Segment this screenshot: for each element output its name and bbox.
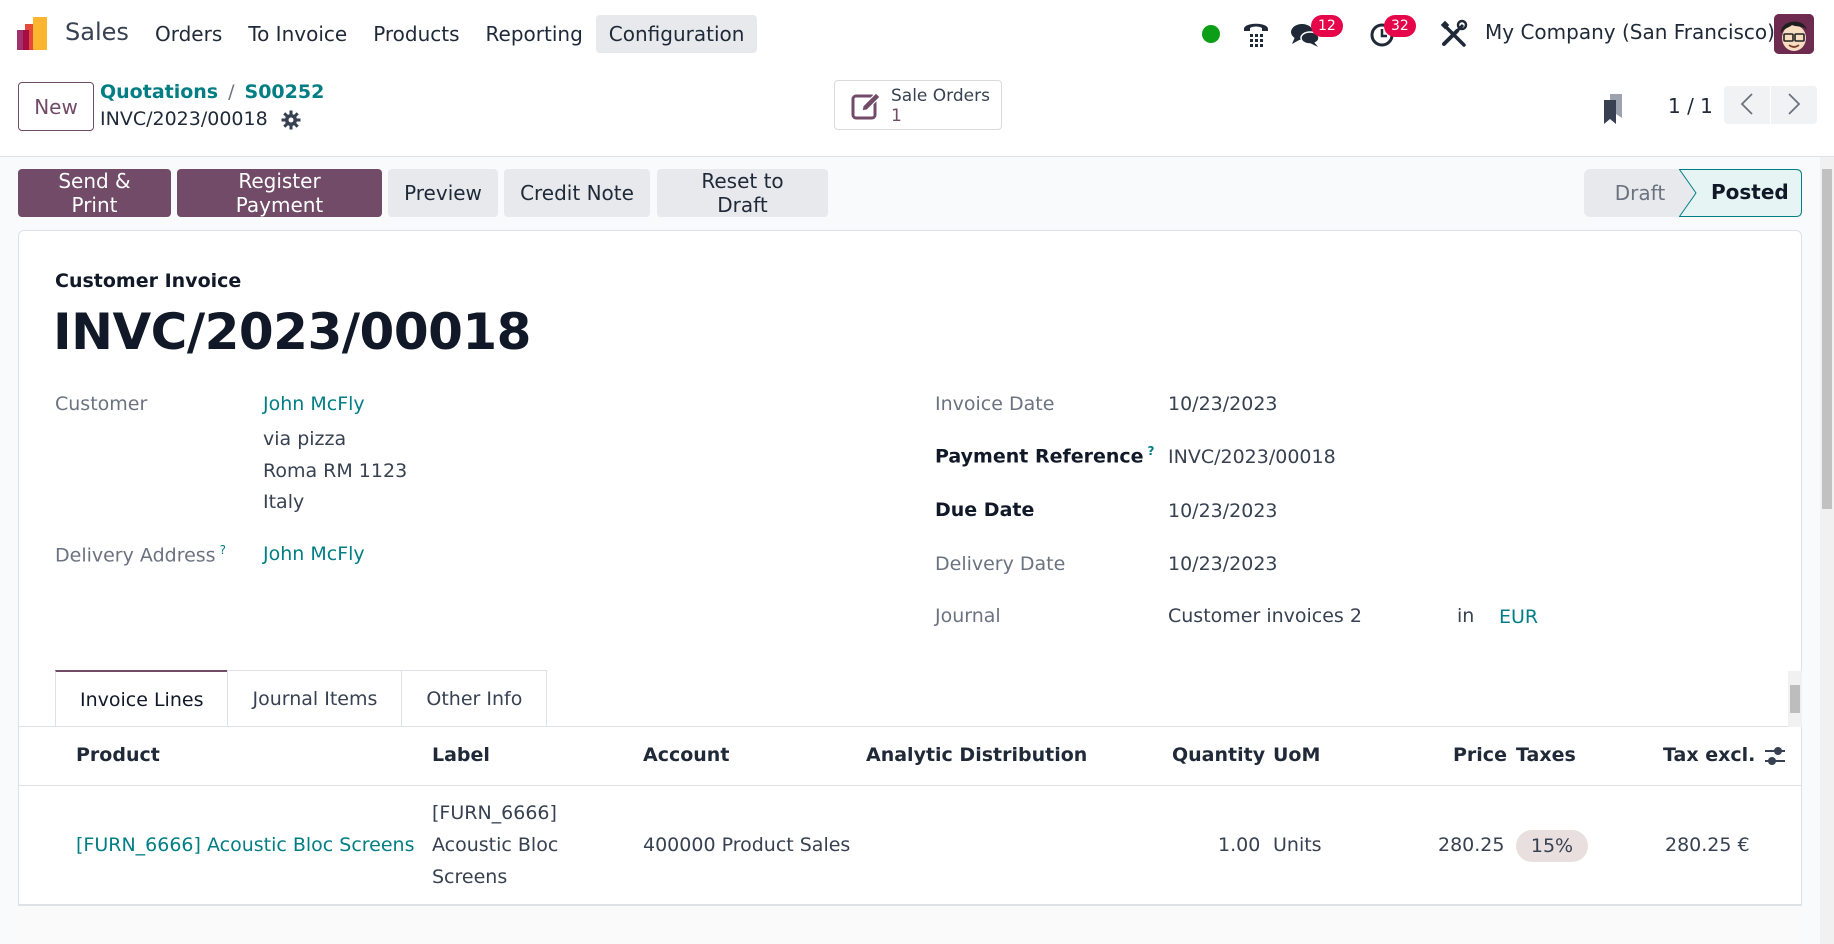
currency-field[interactable]: EUR: [1499, 606, 1538, 628]
line-price[interactable]: 280.25: [1438, 834, 1504, 856]
line-label[interactable]: Acoustic Bloc: [432, 834, 558, 856]
sales-app-logo-icon[interactable]: [17, 17, 51, 51]
payment-reference-field[interactable]: INVC/2023/00018: [1168, 446, 1336, 468]
line-subtotal: 280.25 €: [1665, 834, 1750, 856]
payment-reference-label-text: Payment Reference: [935, 445, 1144, 468]
delivery-date-label: Delivery Date: [935, 553, 1066, 575]
gear-icon[interactable]: [281, 110, 301, 130]
user-avatar[interactable]: [1774, 14, 1814, 54]
messages-badge: 12: [1311, 15, 1343, 37]
register-payment-button[interactable]: Register Payment: [177, 169, 382, 217]
chevron-left-icon: [1740, 92, 1753, 115]
delivery-address-label: Delivery Address?: [55, 543, 226, 566]
sale-orders-stat-button[interactable]: Sale Orders 1: [834, 80, 1002, 130]
menu-orders[interactable]: Orders: [142, 15, 235, 53]
invoice-date-field[interactable]: 10/23/2023: [1168, 393, 1278, 415]
inner-scrollbar-thumb[interactable]: [1790, 685, 1800, 713]
column-header-uom[interactable]: UoM: [1273, 744, 1320, 766]
help-tooltip-icon[interactable]: ?: [1148, 444, 1155, 458]
tab-other-info[interactable]: Other Info: [401, 670, 548, 726]
journal-field[interactable]: Customer invoices 2: [1168, 605, 1362, 627]
journal-in-text: in: [1457, 605, 1475, 627]
phone-icon[interactable]: [1241, 19, 1271, 49]
column-header-account[interactable]: Account: [643, 744, 729, 766]
delivery-address-label-text: Delivery Address: [55, 544, 216, 567]
status-posted[interactable]: Posted: [1679, 169, 1802, 217]
delivery-address-field[interactable]: John McFly: [263, 543, 365, 565]
customer-field[interactable]: John McFly: [263, 393, 365, 415]
column-header-analytic-distribution[interactable]: Analytic Distribution: [866, 744, 1087, 766]
due-date-field[interactable]: 10/23/2023: [1168, 500, 1278, 522]
customer-address-line: Roma RM 1123: [263, 460, 408, 482]
new-button[interactable]: New: [18, 82, 94, 131]
tools-icon[interactable]: [1439, 19, 1469, 49]
line-account[interactable]: 400000 Product Sales: [643, 834, 850, 856]
top-navbar: Sales Orders To Invoice Products Reporti…: [0, 0, 1834, 68]
table-footer-area: [18, 906, 1802, 944]
company-switcher[interactable]: My Company (San Francisco): [1485, 20, 1775, 44]
control-panel: New Quotations / S00252 INVC/2023/00018 Sa…: [0, 68, 1834, 157]
customer-label: Customer: [55, 393, 148, 415]
help-tooltip-icon[interactable]: ?: [220, 543, 226, 557]
delivery-date-field[interactable]: 10/23/2023: [1168, 553, 1278, 575]
column-header-label[interactable]: Label: [432, 744, 490, 766]
optional-columns-sliders-icon[interactable]: [1763, 745, 1787, 767]
line-label[interactable]: [FURN_6666]: [432, 802, 557, 824]
line-uom[interactable]: Units: [1273, 834, 1322, 856]
reset-to-draft-button[interactable]: Reset to Draft: [657, 169, 828, 217]
column-header-tax-excl[interactable]: Tax excl.: [1663, 744, 1755, 766]
preview-button[interactable]: Preview: [388, 169, 498, 217]
menu-reporting[interactable]: Reporting: [473, 15, 596, 53]
tab-invoice-lines[interactable]: Invoice Lines: [55, 670, 229, 726]
customer-address-line: Italy: [263, 491, 305, 513]
customer-address-line: via pizza: [263, 428, 347, 450]
page-scrollbar[interactable]: [1820, 157, 1834, 944]
stat-label: Sale Orders: [891, 86, 990, 106]
page-scrollbar-thumb[interactable]: [1822, 169, 1832, 509]
app-name[interactable]: Sales: [65, 18, 129, 46]
notebook-tabs: Invoice Lines Journal Items Other Info: [55, 670, 548, 726]
menu-products[interactable]: Products: [360, 15, 472, 53]
pager-next-button[interactable]: [1771, 86, 1817, 124]
user-avatar-icon: [1774, 14, 1814, 54]
due-date-label: Due Date: [935, 499, 1035, 521]
line-quantity[interactable]: 1.00: [1218, 834, 1260, 856]
inner-scrollbar[interactable]: [1788, 671, 1802, 727]
line-label[interactable]: Screens: [432, 866, 507, 888]
edit-document-icon: [851, 92, 881, 120]
tabs-divider: [18, 726, 1802, 727]
send-print-button[interactable]: Send & Print: [18, 169, 171, 217]
breadcrumb-quotations[interactable]: Quotations: [100, 81, 218, 103]
line-product[interactable]: [FURN_6666] Acoustic Bloc Screens: [76, 834, 415, 856]
credit-note-button[interactable]: Credit Note: [504, 169, 650, 217]
line-tax-badge[interactable]: 15%: [1516, 830, 1588, 862]
breadcrumb: Quotations / S00252: [100, 81, 324, 103]
tab-journal-items[interactable]: Journal Items: [227, 670, 403, 726]
pager-value[interactable]: 1 / 1: [1668, 94, 1713, 118]
pager-previous-button[interactable]: [1724, 86, 1770, 124]
table-header-divider: [18, 785, 1802, 786]
main-menu: Orders To Invoice Products Reporting Con…: [142, 15, 758, 53]
bookmark-icon[interactable]: [1600, 92, 1630, 126]
invoice-date-label: Invoice Date: [935, 393, 1055, 415]
breadcrumb-separator: /: [228, 81, 235, 103]
column-header-product[interactable]: Product: [76, 744, 160, 766]
stat-value: 1: [891, 106, 902, 126]
status-posted-label: Posted: [1711, 180, 1789, 204]
activities-badge: 32: [1384, 15, 1416, 37]
presence-status-icon: [1202, 25, 1220, 43]
payment-reference-label: Payment Reference?: [935, 444, 1155, 467]
invoice-number-title: INVC/2023/00018: [53, 303, 531, 361]
menu-to-invoice[interactable]: To Invoice: [235, 15, 360, 53]
chevron-right-icon: [1788, 92, 1801, 115]
current-record-name: INVC/2023/00018: [100, 108, 268, 130]
move-type-label: Customer Invoice: [55, 270, 242, 292]
menu-configuration[interactable]: Configuration: [595, 15, 758, 53]
column-header-price[interactable]: Price: [1453, 744, 1507, 766]
column-header-quantity[interactable]: Quantity: [1172, 744, 1265, 766]
column-header-taxes[interactable]: Taxes: [1516, 744, 1576, 766]
breadcrumb-sale-order[interactable]: S00252: [245, 81, 325, 103]
journal-label: Journal: [935, 605, 1001, 627]
